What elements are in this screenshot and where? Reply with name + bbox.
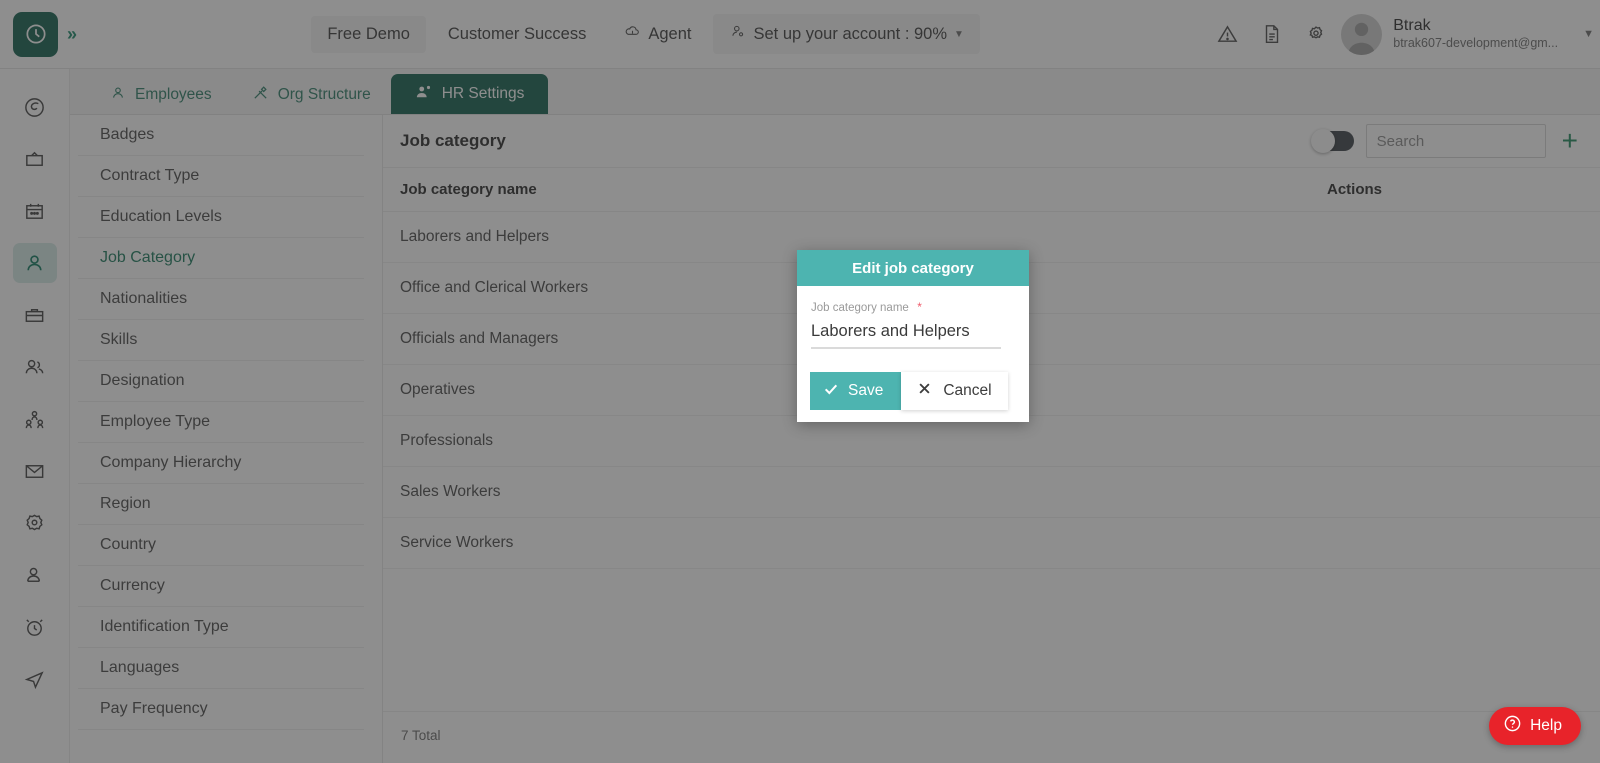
help-button[interactable]: Help [1489,707,1581,745]
app-root: » Free Demo Customer Success Agent [0,0,1600,763]
field-label-row: Job category name * [811,298,1015,316]
cancel-button-label: Cancel [943,382,992,399]
modal-footer: Save Cancel [797,372,1029,422]
edit-job-category-modal: Edit job category Job category name * Sa… [797,250,1029,422]
help-button-label: Help [1530,717,1562,734]
save-button-label: Save [848,382,884,399]
cancel-button[interactable]: Cancel [901,372,1008,410]
job-category-name-input[interactable] [811,318,1001,349]
save-button[interactable]: Save [810,372,902,410]
modal-title: Edit job category [797,250,1029,286]
check-icon [823,381,839,402]
x-icon [917,381,932,401]
job-category-name-label: Job category name [811,302,909,314]
question-circle-icon [1503,714,1522,738]
modal-body: Job category name * [797,286,1029,372]
required-asterisk: * [917,300,922,314]
